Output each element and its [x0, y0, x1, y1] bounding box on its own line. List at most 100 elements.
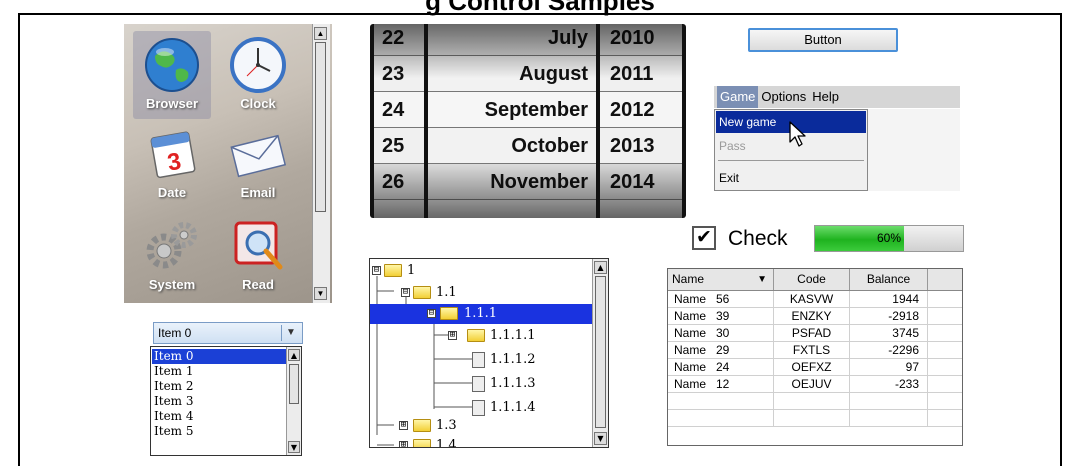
cell-code: OEFXZ: [774, 359, 850, 375]
day-cell: 23: [374, 56, 424, 92]
column-header-code[interactable]: Code: [774, 269, 850, 290]
expand-toggle-icon[interactable]: ⊞: [399, 421, 408, 430]
scroll-down-arrow-icon[interactable]: ▼: [594, 432, 607, 445]
gears-icon: [146, 222, 197, 269]
scroll-down-arrow-icon[interactable]: ▼: [314, 287, 327, 300]
tree-node-label: 1.1.1.4: [490, 400, 536, 415]
item-list[interactable]: Item 0 Item 1 Item 2 Item 3 Item 4 Item …: [150, 346, 302, 456]
scroll-down-arrow-icon[interactable]: ▼: [288, 441, 300, 453]
app-clock[interactable]: Clock: [213, 36, 303, 111]
table-row[interactable]: Name 56 KASVW 1944: [668, 291, 962, 308]
checkbox-box[interactable]: ✔: [692, 226, 716, 250]
day-column[interactable]: 22 23 24 25 26: [374, 24, 424, 218]
app-browser[interactable]: Browser: [127, 36, 217, 111]
column-header-balance[interactable]: Balance: [850, 269, 928, 290]
column-header-name[interactable]: Name ▼: [668, 269, 774, 290]
list-scrollbar[interactable]: ▲ ▼: [286, 347, 301, 455]
list-item[interactable]: Item 4: [152, 409, 288, 424]
tree-scrollbar[interactable]: ▲ ▼: [592, 259, 608, 447]
cell-balance: 1944: [850, 291, 928, 307]
scroll-thumb[interactable]: [289, 364, 299, 404]
cell-number: 12: [716, 377, 730, 391]
menu-backdrop: [868, 109, 960, 191]
day-cell: 26: [374, 164, 424, 200]
app-label: Email: [240, 185, 276, 200]
tree-node[interactable]: ⊞ 1.1.1.1: [370, 326, 590, 346]
table-row[interactable]: [668, 393, 962, 410]
sort-down-icon[interactable]: ▼: [757, 269, 767, 290]
list-item[interactable]: Item 0: [152, 349, 288, 364]
list-item[interactable]: Item 3: [152, 394, 288, 409]
year-cell: 2011: [600, 56, 682, 92]
year-column[interactable]: 2010 2011 2012 2013 2014: [600, 24, 682, 218]
tree-view[interactable]: ⊟ 1 ⊟ 1.1 ⊟ 1.1.1 ⊞ 1.1.1.1 1.1.1.2 1.1.…: [369, 258, 609, 448]
list-item[interactable]: Item 5: [152, 424, 288, 439]
menu-game[interactable]: Game: [717, 86, 759, 108]
tree-node-label: 1.1.1.1: [490, 328, 536, 343]
day-cell: 25: [374, 128, 424, 164]
app-label: System: [148, 277, 196, 292]
tree-node-label: 1.1.1.2: [490, 352, 536, 367]
tree-node-selected[interactable]: ⊟ 1.1.1: [370, 304, 592, 324]
expand-toggle-icon[interactable]: ⊞: [399, 441, 408, 447]
tree-node[interactable]: ⊟ 1: [370, 261, 590, 281]
collapse-toggle-icon[interactable]: ⊟: [427, 309, 436, 318]
menu-help[interactable]: Help: [809, 86, 842, 108]
month-column[interactable]: July August September October November: [428, 24, 596, 218]
cell-balance: [850, 410, 928, 426]
cursor-arrow-icon: [789, 121, 806, 147]
table-row[interactable]: Name 12 OEJUV -233: [668, 376, 962, 393]
collapse-toggle-icon[interactable]: ⊟: [401, 288, 410, 297]
app-date[interactable]: 3 Date: [127, 127, 217, 200]
app-label: Clock: [240, 96, 276, 111]
table-row[interactable]: Name 29 FXTLS -2296: [668, 342, 962, 359]
app-label: Browser: [145, 96, 199, 111]
table-row[interactable]: Name 39 ENZKY -2918: [668, 308, 962, 325]
collapse-toggle-icon[interactable]: ⊟: [372, 266, 381, 275]
scroll-up-arrow-icon[interactable]: ▲: [594, 261, 607, 274]
cell-code: [774, 393, 850, 409]
tree-node[interactable]: ⊞ 1.4: [370, 436, 590, 448]
list-item[interactable]: Item 1: [152, 364, 288, 379]
table-row[interactable]: Name 30 PSFAD 3745: [668, 325, 962, 342]
tree-node[interactable]: 1.1.1.2: [370, 350, 590, 370]
scroll-up-arrow-icon[interactable]: ▲: [314, 27, 327, 40]
document-icon: [472, 376, 485, 392]
tree-node-label: 1.4: [436, 438, 457, 448]
folder-icon: [467, 329, 485, 342]
folder-icon: [413, 419, 431, 432]
item-combobox[interactable]: Item 0 ▼: [153, 322, 303, 344]
cell-number: 39: [716, 309, 730, 323]
app-email[interactable]: Email: [213, 127, 303, 200]
app-read[interactable]: Read: [213, 217, 303, 292]
cell-code: OEJUV: [774, 376, 850, 392]
tree-node[interactable]: 1.1.1.3: [370, 374, 590, 394]
scroll-thumb[interactable]: [595, 276, 606, 428]
data-grid[interactable]: Name ▼ Code Balance Name 56 KASVW 1944 Name 3…: [667, 268, 963, 446]
month-cell: August: [428, 56, 596, 92]
combobox-value: Item 0: [158, 326, 192, 340]
folder-icon: [384, 264, 402, 277]
chevron-down-icon[interactable]: ▼: [281, 325, 300, 341]
table-row[interactable]: [668, 410, 962, 427]
tree-node[interactable]: ⊞ 1.3: [370, 416, 590, 436]
envelope-icon: [230, 134, 287, 178]
launcher-scrollbar[interactable]: ▲ ▼: [312, 24, 330, 303]
tree-node[interactable]: ⊟ 1.1: [370, 283, 590, 303]
scroll-thumb[interactable]: [315, 42, 326, 212]
document-icon: [472, 352, 485, 368]
column-header-label: Name: [672, 272, 705, 286]
tree-node-label: 1: [407, 263, 416, 278]
scroll-up-arrow-icon[interactable]: ▲: [288, 349, 300, 361]
table-row[interactable]: Name 24 OEFXZ 97: [668, 359, 962, 376]
date-picker-wheel[interactable]: 22 23 24 25 26 July August September Oct…: [370, 24, 686, 218]
tree-node[interactable]: 1.1.1.4: [370, 398, 590, 418]
app-system[interactable]: System: [127, 217, 217, 292]
expand-toggle-icon[interactable]: ⊞: [448, 331, 457, 340]
cell-number: 56: [716, 292, 730, 306]
menu-options[interactable]: Options: [758, 86, 809, 108]
sample-button[interactable]: Button: [748, 28, 898, 52]
day-cell: 24: [374, 92, 424, 128]
list-item[interactable]: Item 2: [152, 379, 288, 394]
menu-item-exit[interactable]: Exit: [716, 167, 866, 189]
